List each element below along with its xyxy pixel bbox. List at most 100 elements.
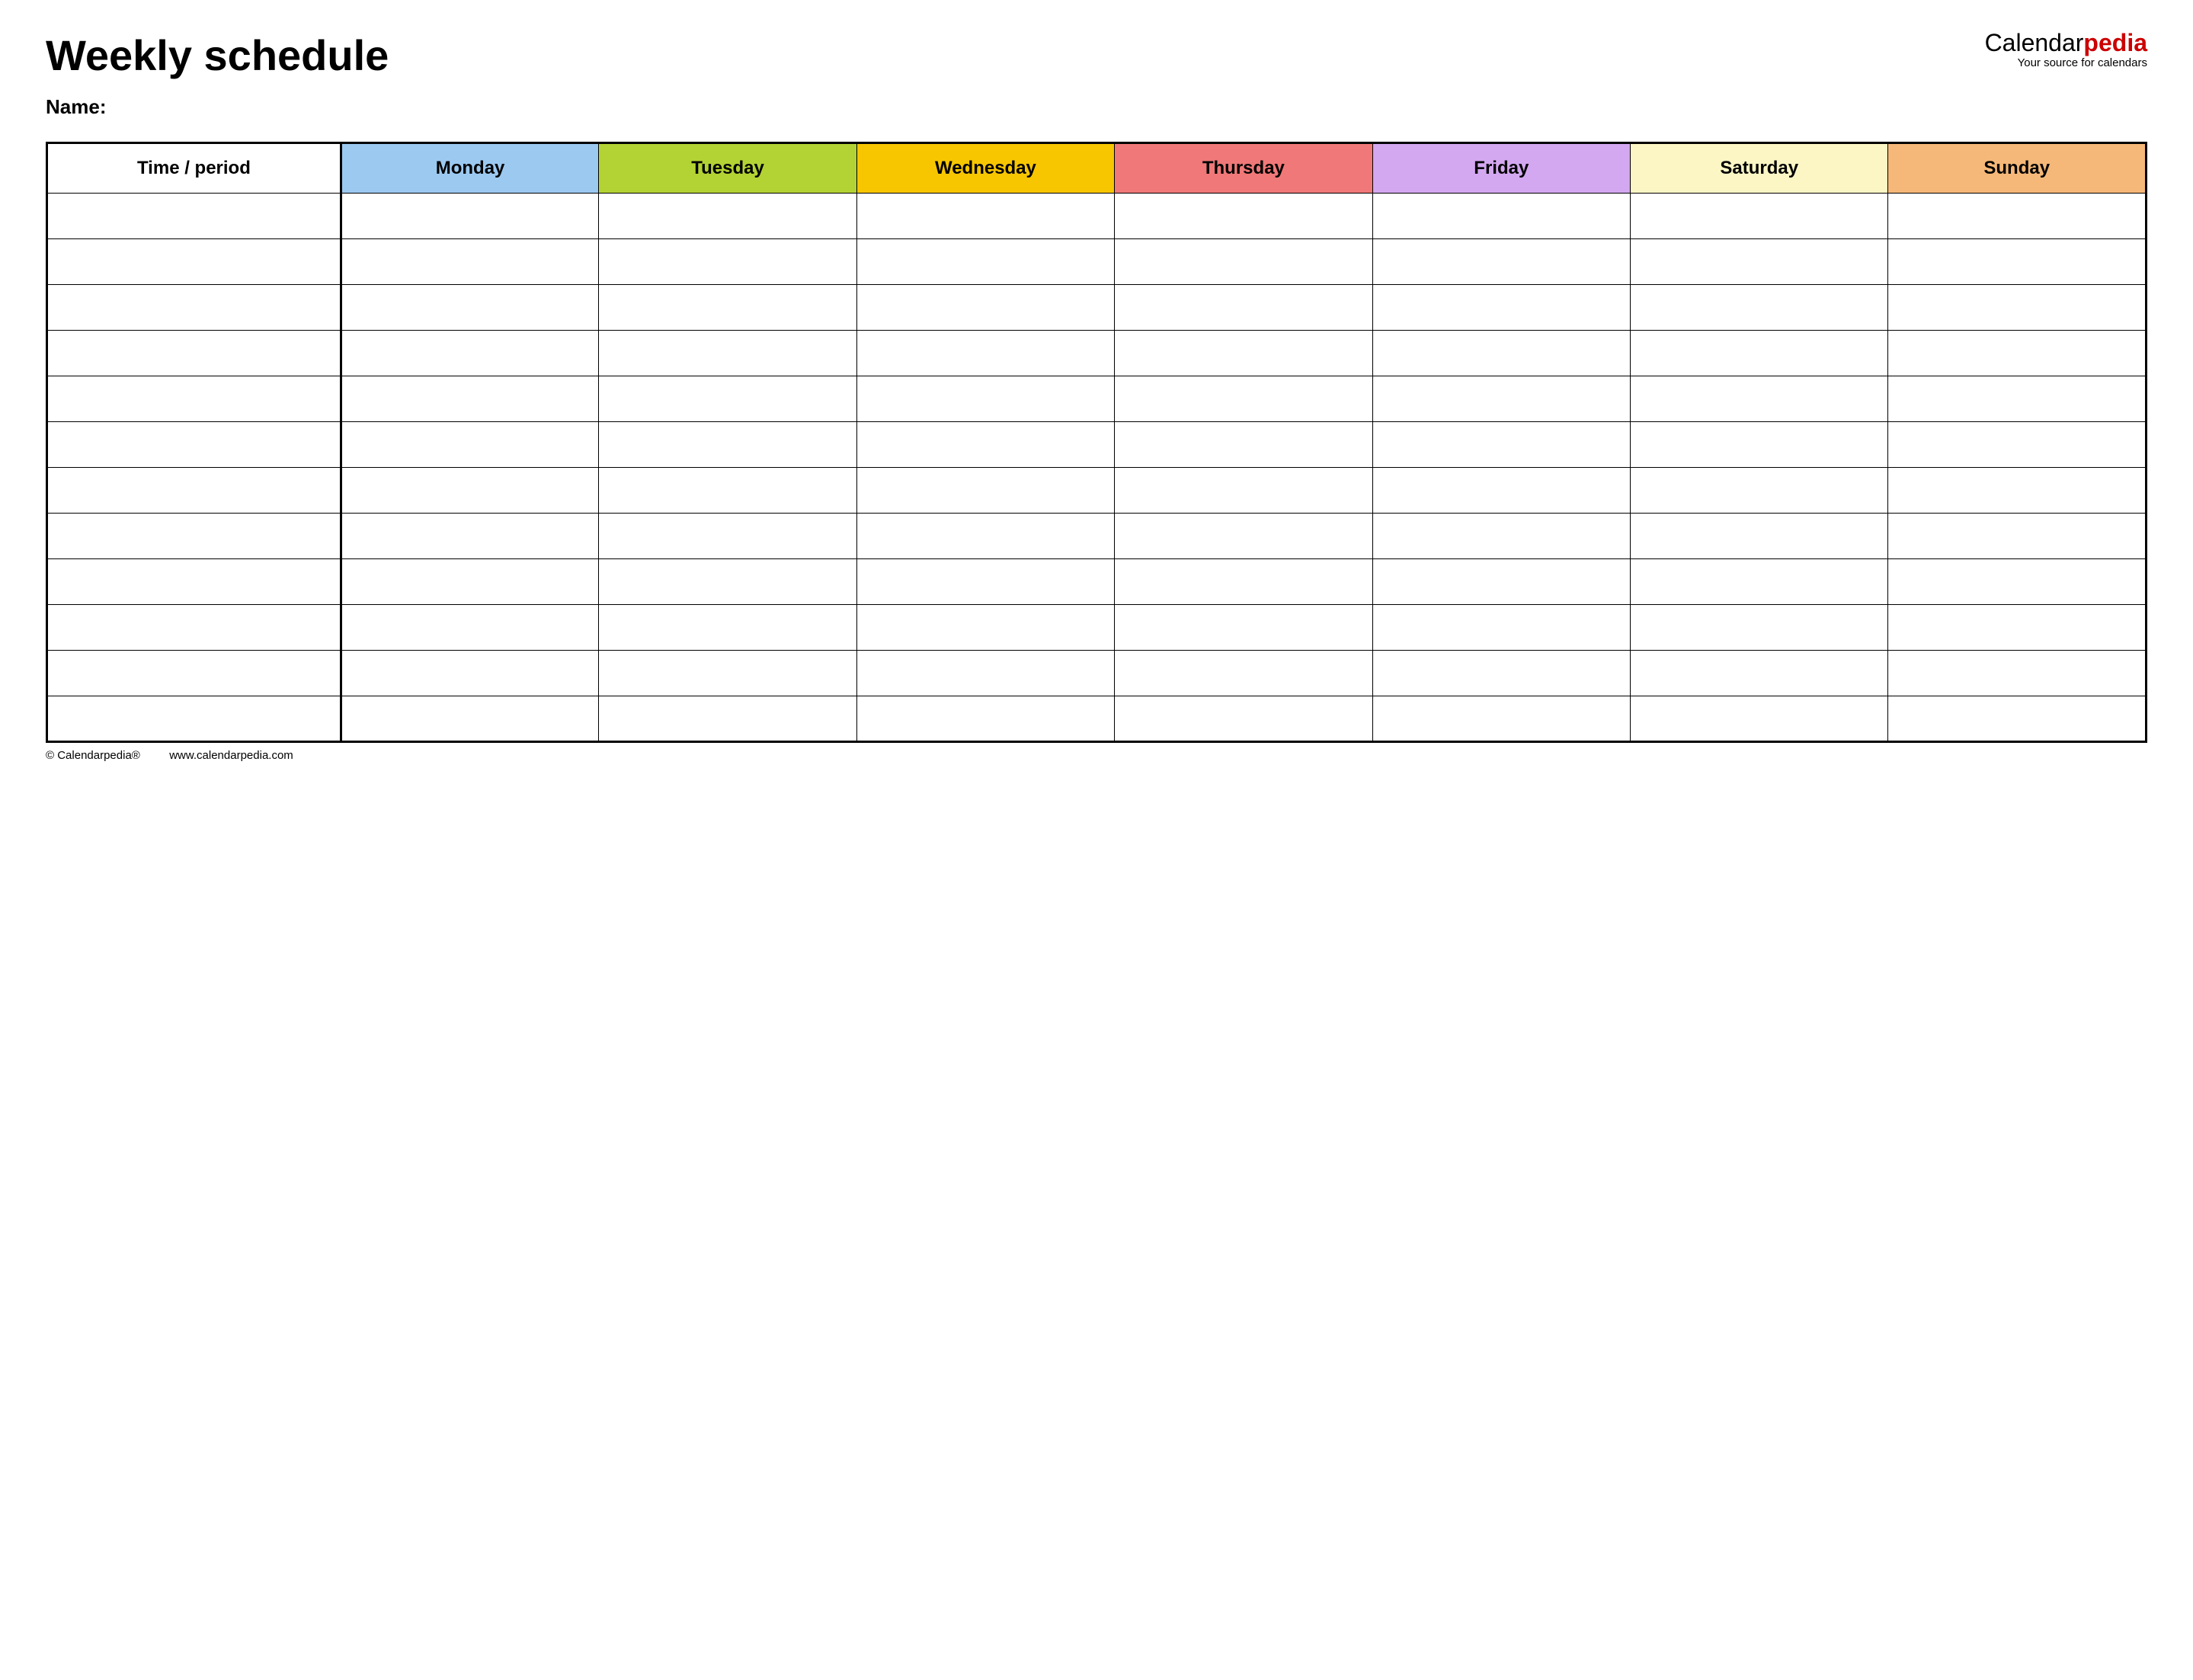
schedule-cell[interactable]: [1115, 331, 1372, 376]
schedule-cell[interactable]: [1888, 651, 2147, 696]
schedule-cell[interactable]: [599, 468, 856, 514]
schedule-cell[interactable]: [599, 285, 856, 331]
schedule-cell[interactable]: [856, 651, 1114, 696]
schedule-cell[interactable]: [599, 331, 856, 376]
schedule-cell[interactable]: [1888, 696, 2147, 742]
schedule-cell[interactable]: [1631, 239, 1888, 285]
schedule-cell[interactable]: [1372, 468, 1630, 514]
schedule-cell[interactable]: [1372, 331, 1630, 376]
schedule-cell[interactable]: [1631, 605, 1888, 651]
schedule-cell[interactable]: [1631, 331, 1888, 376]
schedule-cell[interactable]: [341, 239, 598, 285]
schedule-cell[interactable]: [341, 376, 598, 422]
schedule-cell[interactable]: [1888, 605, 2147, 651]
schedule-cell[interactable]: [856, 194, 1114, 239]
time-cell[interactable]: [47, 514, 341, 559]
schedule-cell[interactable]: [1372, 239, 1630, 285]
copyright-text: © Calendarpedia®: [46, 749, 140, 762]
schedule-cell[interactable]: [1115, 239, 1372, 285]
schedule-cell[interactable]: [341, 696, 598, 742]
schedule-cell[interactable]: [1631, 285, 1888, 331]
time-cell[interactable]: [47, 194, 341, 239]
schedule-cell[interactable]: [1115, 696, 1372, 742]
schedule-cell[interactable]: [1888, 559, 2147, 605]
table-row: [47, 696, 2147, 742]
time-cell[interactable]: [47, 651, 341, 696]
schedule-cell[interactable]: [1115, 605, 1372, 651]
schedule-cell[interactable]: [856, 605, 1114, 651]
schedule-cell[interactable]: [856, 696, 1114, 742]
schedule-cell[interactable]: [599, 376, 856, 422]
schedule-cell[interactable]: [1372, 422, 1630, 468]
schedule-cell[interactable]: [1888, 194, 2147, 239]
schedule-cell[interactable]: [1115, 468, 1372, 514]
schedule-cell[interactable]: [1115, 514, 1372, 559]
schedule-cell[interactable]: [856, 285, 1114, 331]
schedule-cell[interactable]: [1631, 514, 1888, 559]
schedule-cell[interactable]: [1631, 696, 1888, 742]
schedule-cell[interactable]: [856, 422, 1114, 468]
schedule-cell[interactable]: [1115, 194, 1372, 239]
schedule-cell[interactable]: [599, 605, 856, 651]
schedule-cell[interactable]: [1372, 559, 1630, 605]
schedule-cell[interactable]: [1631, 651, 1888, 696]
schedule-cell[interactable]: [599, 696, 856, 742]
schedule-cell[interactable]: [1631, 376, 1888, 422]
time-cell[interactable]: [47, 376, 341, 422]
schedule-cell[interactable]: [1372, 651, 1630, 696]
document-header: Weekly schedule Calendarpedia Your sourc…: [46, 30, 2147, 80]
schedule-cell[interactable]: [1372, 285, 1630, 331]
time-cell[interactable]: [47, 239, 341, 285]
schedule-cell[interactable]: [599, 514, 856, 559]
schedule-cell[interactable]: [341, 605, 598, 651]
schedule-cell[interactable]: [1372, 376, 1630, 422]
time-cell[interactable]: [47, 468, 341, 514]
schedule-cell[interactable]: [599, 194, 856, 239]
schedule-cell[interactable]: [856, 376, 1114, 422]
schedule-cell[interactable]: [599, 559, 856, 605]
schedule-cell[interactable]: [1631, 559, 1888, 605]
time-cell[interactable]: [47, 696, 341, 742]
schedule-cell[interactable]: [856, 239, 1114, 285]
time-cell[interactable]: [47, 422, 341, 468]
schedule-cell[interactable]: [856, 468, 1114, 514]
schedule-cell[interactable]: [341, 422, 598, 468]
schedule-cell[interactable]: [1631, 422, 1888, 468]
schedule-cell[interactable]: [341, 285, 598, 331]
schedule-cell[interactable]: [856, 331, 1114, 376]
schedule-cell[interactable]: [341, 331, 598, 376]
schedule-cell[interactable]: [1115, 376, 1372, 422]
schedule-cell[interactable]: [1372, 514, 1630, 559]
schedule-cell[interactable]: [1631, 468, 1888, 514]
schedule-cell[interactable]: [1372, 605, 1630, 651]
schedule-cell[interactable]: [1888, 422, 2147, 468]
schedule-cell[interactable]: [1631, 194, 1888, 239]
time-cell[interactable]: [47, 331, 341, 376]
schedule-cell[interactable]: [599, 239, 856, 285]
schedule-cell[interactable]: [599, 422, 856, 468]
schedule-cell[interactable]: [1888, 285, 2147, 331]
time-cell[interactable]: [47, 559, 341, 605]
schedule-cell[interactable]: [1115, 651, 1372, 696]
schedule-cell[interactable]: [1888, 514, 2147, 559]
schedule-cell[interactable]: [1115, 422, 1372, 468]
time-cell[interactable]: [47, 285, 341, 331]
schedule-cell[interactable]: [856, 514, 1114, 559]
schedule-cell[interactable]: [341, 559, 598, 605]
schedule-cell[interactable]: [341, 468, 598, 514]
schedule-cell[interactable]: [341, 194, 598, 239]
time-cell[interactable]: [47, 605, 341, 651]
schedule-cell[interactable]: [1888, 468, 2147, 514]
schedule-cell[interactable]: [1888, 239, 2147, 285]
column-header-thursday: Thursday: [1115, 143, 1372, 194]
schedule-cell[interactable]: [1115, 559, 1372, 605]
schedule-cell[interactable]: [1888, 376, 2147, 422]
schedule-cell[interactable]: [341, 514, 598, 559]
schedule-cell[interactable]: [1888, 331, 2147, 376]
schedule-cell[interactable]: [856, 559, 1114, 605]
schedule-cell[interactable]: [341, 651, 598, 696]
schedule-cell[interactable]: [1372, 194, 1630, 239]
schedule-cell[interactable]: [1372, 696, 1630, 742]
schedule-cell[interactable]: [599, 651, 856, 696]
schedule-cell[interactable]: [1115, 285, 1372, 331]
